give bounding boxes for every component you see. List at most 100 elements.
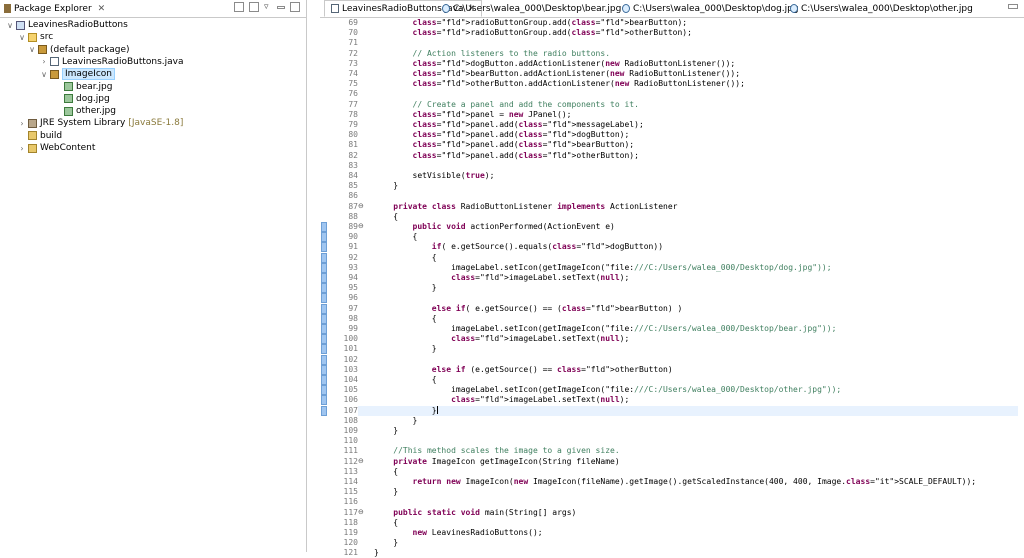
editor-tab[interactable]: C:\Users\walea_000\Desktop\other.jpg (790, 0, 973, 17)
collapse-all-icon[interactable] (234, 2, 244, 12)
line-number: 100 (343, 334, 358, 344)
tree-item[interactable]: dog.jpg (54, 93, 110, 105)
tree-item[interactable]: › LeavinesRadioButtons.java (40, 56, 183, 68)
line-number: 87 (348, 201, 358, 211)
expand-toggle-icon[interactable]: › (40, 57, 48, 66)
code-line[interactable]: { (374, 467, 398, 477)
code-line[interactable]: private ImageIcon getImageIcon(String fi… (374, 457, 619, 467)
code-line[interactable]: } (374, 283, 437, 293)
code-line[interactable]: imageLabel.setIcon(getImageIcon("file://… (374, 324, 836, 334)
package-explorer-title: Package Explorer (14, 3, 92, 14)
folder-icon (28, 131, 37, 141)
tree-item[interactable]: ∨ (default package) (28, 44, 129, 56)
change-marker (321, 303, 327, 314)
code-line[interactable]: class="fld">imageLabel.setText(null); (374, 273, 629, 283)
line-number: 70 (348, 28, 358, 38)
expand-toggle-icon[interactable]: › (18, 119, 26, 128)
text-cursor (436, 406, 438, 415)
line-number: 103 (343, 364, 358, 374)
code-line[interactable]: } (374, 344, 437, 354)
maximize-icon[interactable] (290, 2, 300, 12)
line-number: 112 (343, 456, 358, 466)
tree-item[interactable]: ∨ src (18, 31, 53, 43)
line-number: 108 (343, 415, 358, 425)
fold-toggle-icon[interactable]: ⊖ (358, 457, 364, 465)
link-with-editor-icon[interactable] (249, 2, 259, 12)
close-icon[interactable]: ✕ (98, 4, 106, 14)
line-number: 75 (348, 79, 358, 89)
code-line[interactable]: private class RadioButtonListener implem… (374, 202, 677, 212)
line-number: 97 (348, 303, 358, 313)
tree-item[interactable]: › JRE System Library [JavaSE-1.8] (18, 117, 183, 129)
line-number: 79 (348, 120, 358, 129)
code-line[interactable]: public static void main(String[] args) (374, 508, 576, 518)
tree-item[interactable]: build (18, 130, 62, 142)
code-line[interactable]: } (374, 538, 398, 548)
change-marker (321, 375, 327, 385)
code-line[interactable]: class="fld">dogButton.addActionListener(… (374, 59, 736, 69)
expand-toggle-icon[interactable]: ∨ (6, 21, 14, 30)
fold-toggle-icon[interactable]: ⊖ (358, 508, 364, 516)
code-line[interactable]: } (374, 426, 398, 436)
code-line[interactable]: { (374, 232, 418, 242)
code-line[interactable]: class="fld">radioButtonGroup.add(class="… (374, 28, 692, 38)
view-toolbar: ▿ (234, 2, 300, 12)
code-line[interactable]: if( e.getSource().equals(class="fld">dog… (374, 242, 663, 252)
code-line[interactable]: setVisible(true); (374, 171, 495, 181)
code-line[interactable]: class="fld">panel.add(class="fld">messag… (374, 120, 644, 130)
code-line[interactable]: // Create a panel and add the components… (374, 100, 639, 110)
tree-item[interactable]: other.jpg (54, 105, 116, 117)
code-line[interactable]: new LeavinesRadioButtons(); (374, 528, 543, 538)
code-line[interactable]: imageLabel.setIcon(getImageIcon("file://… (374, 385, 841, 395)
line-number: 93 (348, 262, 358, 272)
code-line[interactable]: class="fld">panel.add(class="fld">bearBu… (374, 140, 635, 150)
line-number: 117 (343, 507, 358, 517)
code-line[interactable]: else if (e.getSource() == class="fld">ot… (374, 365, 673, 375)
code-line[interactable]: return new ImageIcon(new ImageIcon(fileN… (374, 477, 977, 487)
tree-item[interactable]: ∨ LeavinesRadioButtons (6, 19, 128, 31)
tree-item[interactable]: › WebContent (18, 142, 95, 154)
expand-toggle-icon[interactable]: ∨ (40, 70, 48, 79)
code-line[interactable]: // Action listeners to the radio buttons… (374, 49, 610, 59)
code-line[interactable]: } (374, 406, 438, 416)
view-menu-icon[interactable]: ▿ (264, 2, 272, 12)
code-line[interactable]: class="fld">otherButton.addActionListene… (374, 79, 745, 89)
change-marker (321, 334, 327, 345)
code-line[interactable]: { (374, 314, 437, 324)
expand-toggle-icon[interactable]: › (18, 144, 26, 153)
code-line[interactable]: //This method scales the image to a give… (374, 446, 619, 456)
code-area[interactable]: class="fld">radioButtonGroup.add(class="… (358, 18, 1018, 557)
line-number: 110 (343, 436, 358, 446)
expand-toggle-icon[interactable]: ∨ (28, 45, 36, 54)
code-line[interactable]: class="fld">imageLabel.setText(null); (374, 334, 629, 344)
code-line[interactable]: imageLabel.setIcon(getImageIcon("file://… (374, 263, 832, 273)
code-line[interactable]: class="fld">panel.add(class="fld">dogBut… (374, 130, 630, 140)
code-line[interactable]: class="fld">panel.add(class="fld">otherB… (374, 151, 639, 161)
code-line[interactable]: } (374, 181, 398, 191)
tree-item[interactable]: ∨ ImageIcon (40, 68, 115, 81)
tree-item[interactable]: bear.jpg (54, 81, 112, 93)
fold-toggle-icon[interactable]: ⊖ (358, 202, 364, 210)
code-line[interactable]: class="fld">imageLabel.setText(null); (374, 395, 629, 405)
line-number: 98 (348, 313, 358, 323)
minimize-icon[interactable] (1008, 4, 1018, 9)
expand-toggle-icon[interactable]: ∨ (18, 33, 26, 42)
code-line[interactable]: } (374, 548, 379, 558)
code-line[interactable]: } (374, 416, 418, 426)
code-line[interactable]: class="fld">bearButton.addActionListener… (374, 69, 741, 79)
code-line[interactable]: else if( e.getSource() == (class="fld">b… (374, 304, 682, 314)
fold-toggle-icon[interactable]: ⊖ (358, 222, 364, 230)
code-line[interactable]: { (374, 253, 437, 263)
code-line[interactable]: { (374, 518, 398, 528)
code-line[interactable]: class="fld">panel = new JPanel(); (374, 110, 572, 120)
editor-tab[interactable]: C:\Users\walea_000\Desktop\bear.jpg (442, 0, 621, 17)
code-line[interactable]: public void actionPerformed(ActionEvent … (374, 222, 615, 232)
tab-label: C:\Users\walea_000\Desktop\dog.jpg (633, 3, 799, 14)
minimize-icon[interactable] (277, 5, 285, 9)
code-line[interactable]: { (374, 212, 398, 222)
code-line[interactable]: { (374, 375, 437, 385)
editor-tab[interactable]: C:\Users\walea_000\Desktop\dog.jpg (622, 0, 799, 17)
code-line[interactable]: class="fld">radioButtonGroup.add(class="… (374, 18, 688, 28)
line-number: 99 (348, 324, 358, 333)
code-line[interactable]: } (374, 487, 398, 497)
